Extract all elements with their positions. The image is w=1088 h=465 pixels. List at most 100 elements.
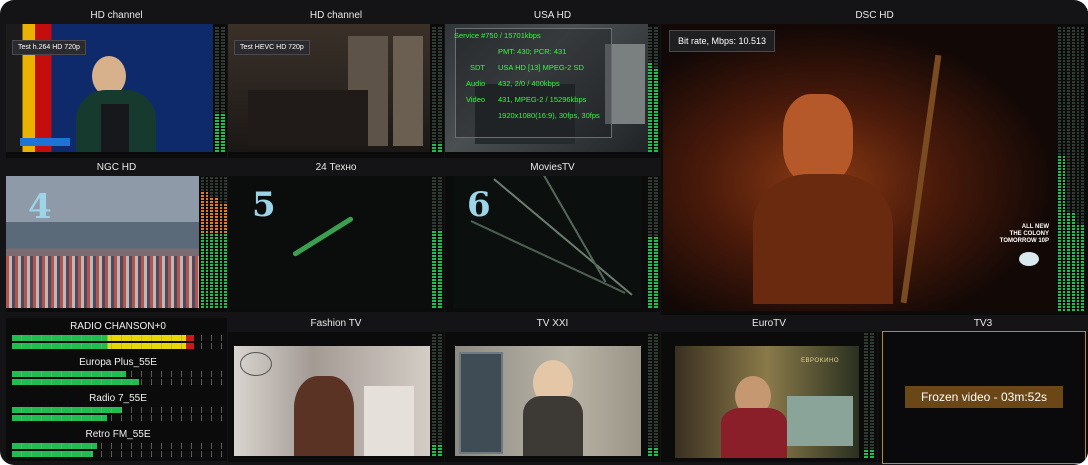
tile-title: USA HD [445, 8, 660, 24]
codec-badge: Test HEVC HD 720p [234, 40, 310, 55]
channel-number: 5 [252, 185, 276, 225]
audio-level-bar [215, 176, 218, 308]
audio-level-bar [648, 24, 652, 152]
frozen-video-alert: Frozen video - 03m:52s [905, 386, 1063, 408]
audio-level-bar [432, 24, 436, 152]
audio-level-bar [654, 24, 658, 152]
discovery-hd-logo [1019, 252, 1039, 266]
fashion-tv-logo [240, 352, 272, 376]
video-preview: Frozen video - 03m:52s [882, 331, 1086, 464]
audio-meters [864, 332, 876, 458]
channel-number: 4 [28, 187, 52, 227]
bitrate-readout: Bit rate, Mbps: 10.513 [669, 30, 776, 52]
tile-title: NGC HD [6, 160, 227, 176]
tile-24-tehno[interactable]: 24 Техно 5 [228, 160, 444, 312]
radio-station-name: Retro FM_55E [85, 429, 151, 440]
radio-level-meter [12, 443, 224, 449]
tile-title: DSC HD [661, 8, 1088, 24]
tile-hd-channel-h264[interactable]: HD channel Test h.264 HD 720p [6, 8, 227, 158]
audio-meters [1058, 24, 1085, 311]
sdt-label: SDT [470, 63, 485, 72]
codec-badge: Test h.264 HD 720p [12, 40, 86, 55]
audio-level-bar [432, 176, 436, 308]
audio-level-bar [870, 332, 874, 458]
tile-tv-xxi[interactable]: TV XXI [445, 316, 660, 462]
audio-meters [648, 176, 660, 308]
audio-level-bar [432, 332, 436, 456]
radio-level-meter [12, 415, 224, 421]
promo-line: ALL NEW [1021, 224, 1049, 230]
audio-level-bar [1072, 24, 1075, 311]
radio-station-name: Radio 7_55E [89, 393, 147, 404]
radio-level-meter [12, 379, 224, 385]
radio-panel: RADIO CHANSON+0 Europa Plus_55E Radio 7_55… [6, 318, 227, 461]
video-preview [455, 346, 641, 456]
service-info-overlay: Service #750 / 15701kbps PMT: 430; PCR: … [454, 28, 612, 138]
tile-moviestv[interactable]: MoviesTV 6 [445, 160, 660, 312]
audio-level-bar [648, 176, 652, 308]
channel-number: 6 [467, 185, 491, 225]
audio-level-bar [219, 176, 223, 308]
tile-title: HD channel [228, 8, 444, 24]
audio-meters [432, 24, 444, 152]
audio-value: 432, 2/0 / 400kbps [498, 79, 560, 88]
audio-level-bar [210, 176, 214, 308]
audio-level-bar [648, 332, 652, 456]
tile-title: EuroTV [661, 316, 877, 332]
tile-title: Fashion TV [228, 316, 444, 332]
tile-title: 24 Техно [228, 160, 444, 176]
radio-level-meter [12, 335, 224, 341]
audio-level-bar [438, 332, 442, 456]
audio-meters [432, 332, 444, 456]
tile-fashion-tv[interactable]: Fashion TV [228, 316, 444, 462]
audio-meters [215, 24, 227, 152]
video-preview: EBPOKИHO [675, 346, 859, 458]
tile-hd-channel-hevc[interactable]: HD channel Test HEVC HD 720p [228, 8, 444, 158]
audio-level-bar [438, 176, 442, 308]
tile-title: TV3 [878, 316, 1088, 332]
audio-level-bar [1058, 24, 1061, 311]
audio-level-bar [221, 24, 225, 152]
promo-line: TOMORROW 10P [999, 238, 1049, 244]
audio-level-bar [654, 176, 658, 308]
service-line: Service #750 / 15701kbps [454, 31, 541, 40]
audio-level-bar [1067, 24, 1071, 311]
audio-level-bar [864, 332, 868, 458]
video-preview [234, 346, 430, 456]
audio-meters [432, 176, 444, 308]
video-preview: 5 [228, 176, 430, 308]
video-label: Video [466, 95, 486, 104]
multiviewer-wall: HD channel Test h.264 HD 720p HD channel… [0, 0, 1088, 465]
radio-level-meter [12, 451, 224, 457]
tile-title: HD channel [6, 8, 227, 24]
promo-text: ALL NEW THE COLONY TOMORROW 10P [993, 224, 1049, 245]
audio-level-bar [205, 176, 209, 308]
audio-meters [648, 24, 660, 152]
video-preview: 4 [6, 176, 199, 308]
radio-level-meter [12, 343, 224, 349]
video-preview: Test h.264 HD 720p [6, 24, 213, 152]
radio-station-name: RADIO CHANSON+0 [70, 321, 166, 332]
video-value: 431, MPEG-2 / 15296kbps [498, 95, 587, 104]
audio-level-bar [215, 24, 219, 152]
audio-level-bar [224, 176, 228, 308]
tile-ngc-hd[interactable]: NGC HD 4 [6, 160, 228, 312]
radio-level-meter [12, 371, 224, 377]
tile-title: TV XXI [445, 316, 660, 332]
radio-station-name: Europa Plus_55E [79, 357, 157, 368]
audio-meters [201, 176, 228, 308]
promo-line: THE COLONY [1009, 231, 1049, 237]
radio-level-meter [12, 407, 224, 413]
tile-tv3[interactable]: TV3 Frozen video - 03m:52s [878, 316, 1088, 464]
tile-dsc-hd[interactable]: DSC HD Bit rate, Mbps: 10.513 ALL NEW TH… [661, 8, 1088, 315]
audio-level-bar [1062, 24, 1066, 311]
pmt-line: PMT: 430; PCR: 431 [498, 47, 567, 56]
resolution-value: 1920x1080(16:9), 30fps, 30fps [498, 111, 600, 120]
sdt-value: USA HD [13] MPEG-2 SD [498, 63, 584, 72]
tile-eurotv[interactable]: EuroTV EBPOKИHO [661, 316, 877, 462]
eurokino-logo: EBPOKИHO [801, 358, 839, 364]
video-preview: Test HEVC HD 720p [228, 24, 430, 152]
audio-level-bar [1076, 24, 1080, 311]
audio-label: Audio [466, 79, 486, 88]
audio-level-bar [1081, 24, 1085, 311]
